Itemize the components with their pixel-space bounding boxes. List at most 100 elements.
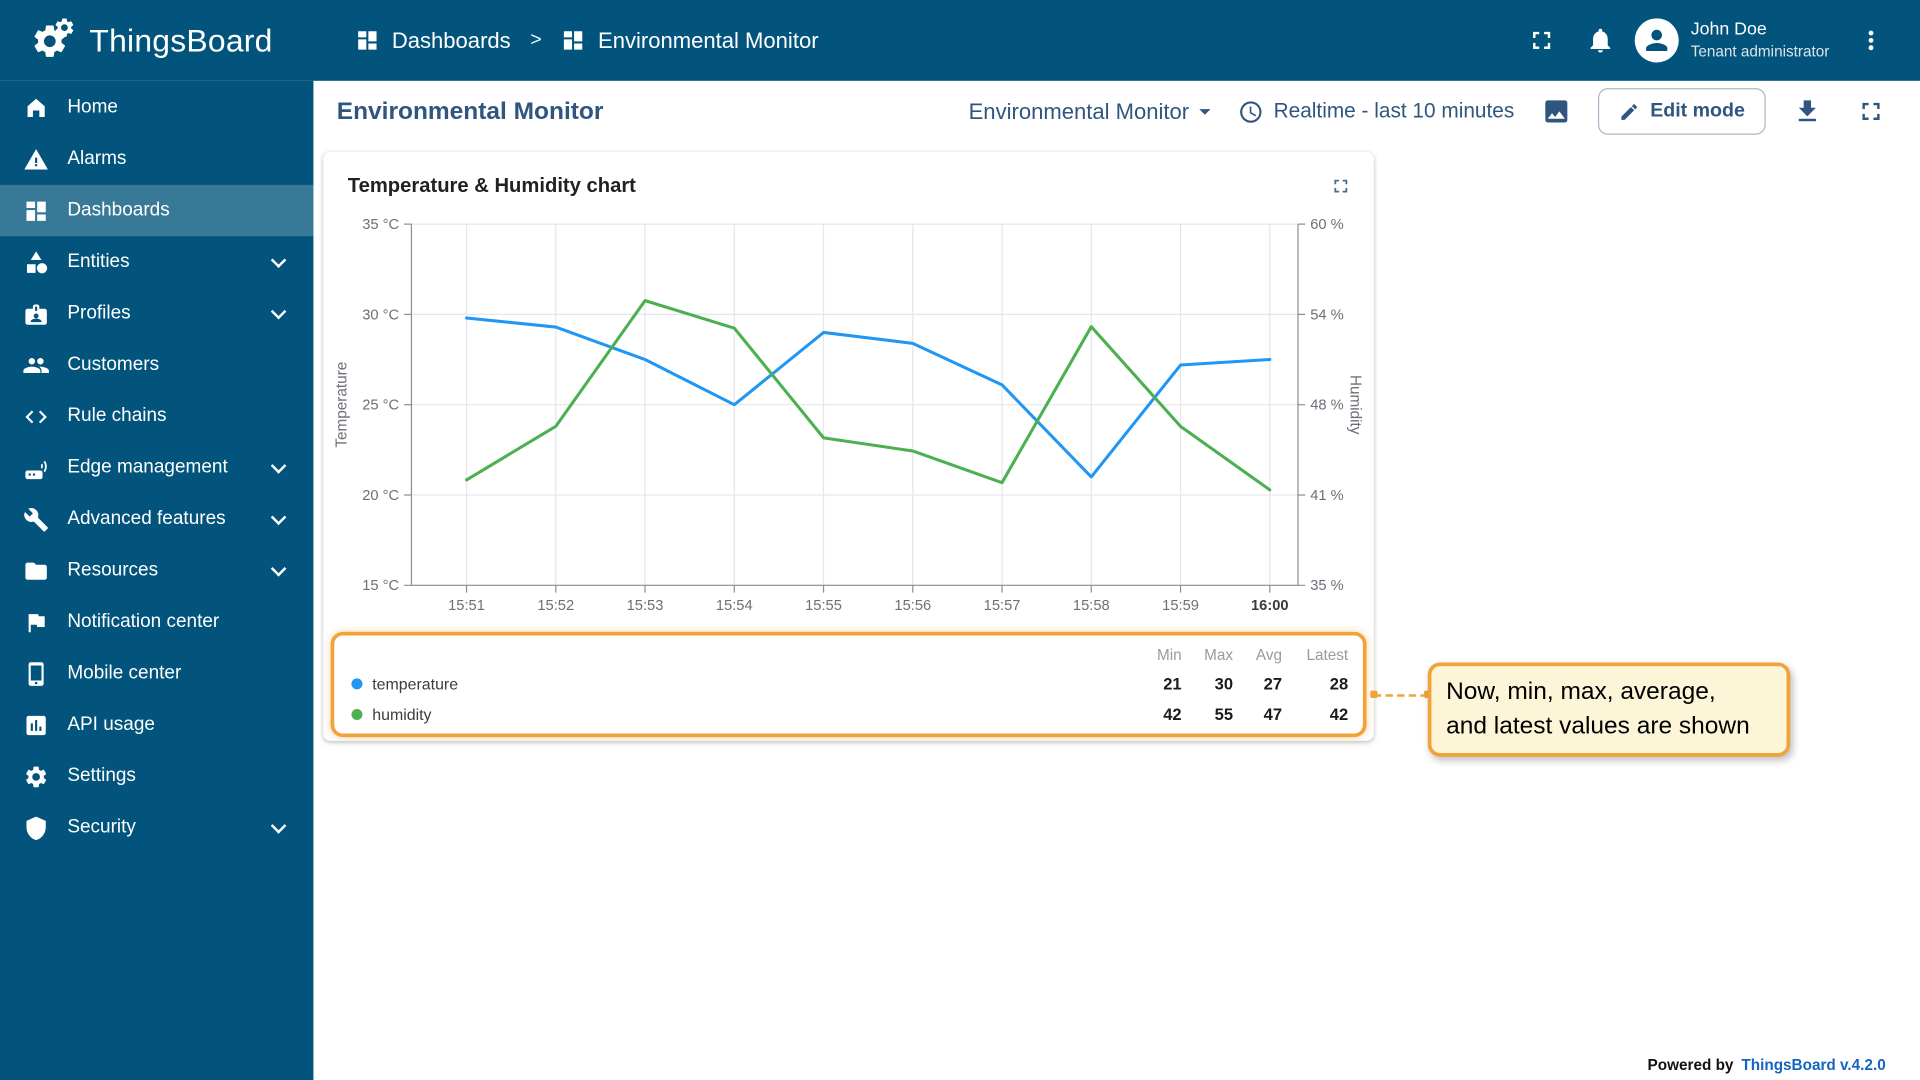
legend-avg-value: 47 bbox=[1263, 705, 1283, 724]
sidebar-item-label: Settings bbox=[67, 765, 136, 787]
sidebar-item-label: Entities bbox=[67, 251, 130, 272]
sidebar-item-label: Alarms bbox=[67, 148, 127, 169]
annotation-connector bbox=[1370, 691, 1432, 699]
legend-row-temperature: temperature 21 30 27 28 bbox=[351, 669, 1348, 700]
sidebar-item-api-usage[interactable]: API usage bbox=[0, 699, 313, 750]
thingsboard-logo[interactable]: ThingsBoard bbox=[0, 15, 313, 65]
legend-latest-value: 42 bbox=[1329, 705, 1349, 724]
svg-text:35 °C: 35 °C bbox=[362, 217, 399, 233]
svg-text:Temperature: Temperature bbox=[334, 362, 351, 448]
sidebar-item-resources[interactable]: Resources bbox=[0, 545, 313, 596]
legend-series-temperature[interactable]: temperature bbox=[351, 675, 1125, 693]
legend-col-max: Max bbox=[1204, 646, 1234, 664]
notifications-button[interactable] bbox=[1576, 16, 1625, 65]
legend-min-value: 42 bbox=[1163, 705, 1182, 724]
svg-text:60 %: 60 % bbox=[1310, 217, 1343, 233]
sidebar-item-home[interactable]: Home bbox=[0, 82, 313, 133]
sidebar-item-label: Customers bbox=[67, 353, 160, 375]
dashboards-icon bbox=[355, 28, 379, 52]
top-header: ThingsBoard Dashboards > Environmental Mon… bbox=[0, 0, 1920, 81]
breadcrumb-item-dashboards[interactable]: Dashboards bbox=[355, 28, 511, 54]
sidebar-item-label: Resources bbox=[67, 559, 159, 581]
user-info[interactable]: John Doe Tenant administrator bbox=[1691, 19, 1830, 62]
timewindow-button[interactable]: Realtime - last 10 minutes bbox=[1238, 99, 1514, 125]
svg-text:Humidity: Humidity bbox=[1347, 375, 1364, 435]
sidebar-item-label: Mobile center bbox=[67, 662, 182, 684]
sidebar-item-dashboards[interactable]: Dashboards bbox=[0, 184, 314, 237]
security-icon bbox=[23, 815, 49, 841]
user-menu-button[interactable] bbox=[1847, 16, 1896, 65]
entities-icon bbox=[23, 249, 49, 275]
dashboards-icon bbox=[561, 28, 585, 52]
alarm-icon bbox=[23, 146, 49, 172]
sidebar-item-label: Notification center bbox=[67, 611, 220, 632]
series-color-dot bbox=[351, 678, 363, 690]
svg-text:15:59: 15:59 bbox=[1162, 598, 1199, 614]
svg-text:20 °C: 20 °C bbox=[362, 488, 399, 504]
sidebar-item-label: Profiles bbox=[67, 302, 131, 324]
svg-text:15:53: 15:53 bbox=[627, 598, 664, 614]
dashboard-canvas: Temperature & Humidity chart 35 °C 60 % 30… bbox=[313, 142, 1920, 1080]
toolbar-actions: Environmental Monitor Realtime - last 10… bbox=[969, 88, 1893, 135]
sidebar-item-label: Rule chains bbox=[67, 405, 167, 427]
mobile-icon bbox=[23, 661, 49, 687]
svg-text:15:55: 15:55 bbox=[805, 598, 842, 614]
edit-mode-label: Edit mode bbox=[1650, 100, 1745, 122]
edge-icon bbox=[23, 455, 49, 481]
rule-chains-icon bbox=[23, 403, 49, 429]
sidebar-item-label: Edge management bbox=[67, 456, 228, 478]
advanced-icon bbox=[23, 506, 49, 532]
chevron-down-icon bbox=[270, 251, 287, 268]
legend-series-humidity[interactable]: humidity bbox=[351, 705, 1125, 724]
sidebar-item-mobile-center[interactable]: Mobile center bbox=[0, 648, 313, 699]
dashboard-selector[interactable]: Environmental Monitor bbox=[969, 98, 1219, 125]
sidebar-item-customers[interactable]: Customers bbox=[0, 339, 313, 390]
sidebar-item-notification-center[interactable]: Notification center bbox=[0, 596, 313, 647]
legend-col-latest: Latest bbox=[1306, 646, 1349, 664]
sidebar-item-entities[interactable]: Entities bbox=[0, 236, 313, 287]
edit-mode-button[interactable]: Edit mode bbox=[1597, 88, 1766, 135]
legend-series-label: temperature bbox=[372, 674, 459, 694]
svg-text:41 %: 41 % bbox=[1310, 488, 1343, 504]
chevron-down-icon bbox=[270, 560, 287, 576]
chart-area[interactable]: 35 °C 60 % 30 °C 54 % 25 °C 48 % 20 °C 41 % 15 °… bbox=[323, 206, 1374, 622]
dashboard-selector-value: Environmental Monitor bbox=[968, 98, 1190, 124]
breadcrumb-item-environmental-monitor[interactable]: Environmental Monitor bbox=[561, 28, 819, 54]
app-name: ThingsBoard bbox=[89, 21, 273, 59]
user-name: John Doe bbox=[1690, 20, 1767, 40]
export-dashboard-button[interactable] bbox=[1785, 89, 1829, 133]
legend-panel: Min Max Avg Latest temperature 21 30 27 28 humid… bbox=[330, 631, 1367, 738]
breadcrumb: Dashboards > Environmental Monitor bbox=[355, 28, 819, 54]
sidebar-item-advanced-features[interactable]: Advanced features bbox=[0, 493, 313, 544]
chart-widget: Temperature & Humidity chart 35 °C 60 % 30… bbox=[323, 151, 1374, 741]
sidebar-item-security[interactable]: Security bbox=[0, 802, 313, 853]
version-link[interactable]: ThingsBoard v.4.2.0 bbox=[1741, 1057, 1885, 1074]
svg-text:48 %: 48 % bbox=[1310, 398, 1343, 414]
svg-text:35 %: 35 % bbox=[1310, 578, 1343, 594]
chevron-down-icon bbox=[270, 508, 287, 525]
svg-text:15:52: 15:52 bbox=[537, 598, 574, 614]
legend-rows: temperature 21 30 27 28 humidity 42 55 47 42 bbox=[351, 669, 1348, 730]
sidebar-item-alarms[interactable]: Alarms bbox=[0, 133, 313, 184]
dashboard-toolbar: Environmental Monitor Environmental Moni… bbox=[313, 80, 1920, 143]
legend-min-value: 21 bbox=[1163, 674, 1182, 694]
sidebar-item-rule-chains[interactable]: Rule chains bbox=[0, 391, 313, 442]
widget-expand-button[interactable] bbox=[1330, 175, 1352, 197]
svg-text:15:54: 15:54 bbox=[716, 598, 753, 614]
avatar[interactable] bbox=[1634, 18, 1679, 63]
legend-col-min: Min bbox=[1156, 646, 1182, 664]
sidebar-item-edge-management[interactable]: Edge management bbox=[0, 442, 313, 493]
toolbar-fullscreen-button[interactable] bbox=[1849, 89, 1893, 133]
legend-avg-value: 27 bbox=[1263, 674, 1283, 694]
settings-icon bbox=[23, 763, 49, 789]
annotation-callout: Now, min, max, average, and latest value… bbox=[1427, 662, 1791, 757]
sidebar-item-settings[interactable]: Settings bbox=[0, 751, 313, 802]
breadcrumb-separator: > bbox=[530, 29, 542, 51]
annotation-line-2: and latest values are shown bbox=[1446, 712, 1750, 740]
sidebar-item-profiles[interactable]: Profiles bbox=[0, 288, 313, 339]
image-gallery-button[interactable] bbox=[1534, 89, 1578, 133]
chevron-down-icon bbox=[270, 457, 287, 474]
clock-icon bbox=[1238, 99, 1264, 125]
series-color-dot bbox=[351, 708, 363, 720]
fullscreen-button[interactable] bbox=[1517, 16, 1566, 65]
